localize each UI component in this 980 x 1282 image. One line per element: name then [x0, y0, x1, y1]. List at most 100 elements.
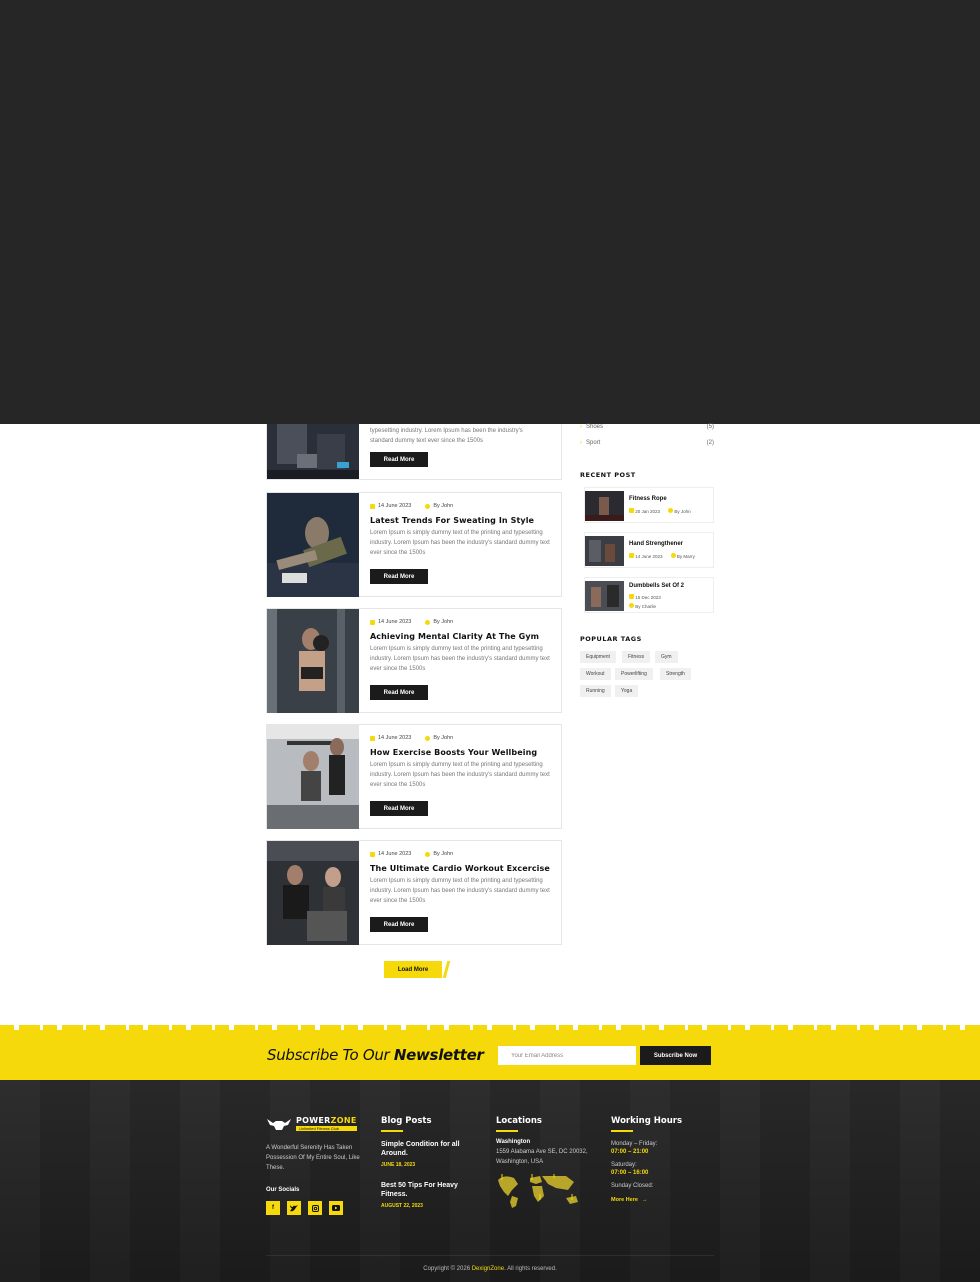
- recent-post-item[interactable]: Dumbbells Set Of 2 15 Dec 2023 By Charli…: [584, 577, 714, 613]
- location-address: 1559 Alabama Ave SE, DC 20032, Washingto…: [496, 1149, 588, 1165]
- blog-post-card: 14 June 2023 By John How Exercise Boosts…: [266, 724, 562, 829]
- recent-post-heading: RECENT POST: [580, 471, 636, 479]
- footer-blog-posts: Blog Posts Simple Condition for all Arou…: [381, 1116, 481, 1209]
- saturday-hours: 07:00 – 16:00: [611, 1170, 649, 1176]
- footer-logo[interactable]: POWERZONE Unlimited Fitness Club: [266, 1116, 357, 1131]
- post-title[interactable]: Achieving Mental Clarity At The Gym: [370, 632, 555, 641]
- read-more-button[interactable]: Read More: [370, 685, 428, 700]
- recent-post-title[interactable]: Fitness Rope: [629, 496, 667, 502]
- post-thumbnail[interactable]: [267, 609, 359, 713]
- recent-post-thumbnail[interactable]: [585, 491, 624, 521]
- calendar-icon: [370, 851, 375, 857]
- footer-working-hours: Working Hours Monday – Friday: 07:00 – 2…: [611, 1116, 715, 1203]
- logo-tagline: Unlimited Fitness Club: [296, 1126, 357, 1131]
- socials-heading: Our Socials: [266, 1187, 300, 1193]
- footer-blog-date: AUGUST 22, 2023: [381, 1203, 423, 1209]
- working-hours-heading: Working Hours: [611, 1116, 683, 1126]
- user-icon: [670, 553, 676, 558]
- twitter-icon[interactable]: [287, 1201, 301, 1215]
- category-item[interactable]: Shoes (5): [580, 424, 714, 430]
- sunday-label: Sunday Closed:: [611, 1183, 654, 1189]
- youtube-icon[interactable]: [329, 1201, 343, 1215]
- footer-about: A Wonderful Serenity Has Taken Possessio…: [266, 1145, 360, 1171]
- weekday-label: Monday – Friday:: [611, 1141, 658, 1147]
- post-excerpt: Lorem Ipsum is simply dummy text of the …: [370, 530, 550, 556]
- recent-post-title[interactable]: Dumbbells Set Of 2: [629, 583, 684, 589]
- tag-equipment[interactable]: Equipment: [580, 651, 616, 663]
- read-more-button[interactable]: Read More: [370, 917, 428, 932]
- blog-post-card: typesetting industry. Lorem Ipsum has be…: [266, 424, 562, 480]
- calendar-icon: [370, 735, 375, 741]
- blog-post-card: 14 June 2023 By John Achieving Mental Cl…: [266, 608, 562, 713]
- recent-post-item[interactable]: Hand Strengthener 14 June 2023 By Marry: [584, 532, 714, 568]
- post-thumbnail[interactable]: [267, 493, 359, 597]
- tag-powerlifting[interactable]: Powerlifting: [615, 668, 653, 680]
- recent-post-item[interactable]: Fitness Rope 20 Jan 2023 By John: [584, 487, 714, 523]
- tag-gym[interactable]: Gym: [655, 651, 678, 663]
- newsletter-email-input[interactable]: [498, 1046, 636, 1065]
- recent-post-thumbnail[interactable]: [585, 536, 624, 566]
- post-meta: 14 June 2023 By John: [370, 503, 555, 509]
- tag-strength[interactable]: Strength: [660, 668, 691, 680]
- newsletter-title: Subscribe To Our Newsletter: [267, 1046, 484, 1064]
- footer-blog-link[interactable]: Simple Condition for all Around.: [381, 1140, 481, 1158]
- post-title[interactable]: Latest Trends For Sweating In Style: [370, 516, 555, 525]
- read-more-button[interactable]: Read More: [370, 452, 428, 467]
- blog-posts-heading: Blog Posts: [381, 1116, 432, 1126]
- post-excerpt: Lorem Ipsum is simply dummy text of the …: [370, 762, 550, 788]
- user-icon: [425, 851, 431, 857]
- recent-post-meta: 14 June 2023 By Marry: [629, 553, 695, 559]
- post-excerpt: Lorem Ipsum is simply dummy text of the …: [370, 878, 550, 904]
- blog-post-card: 14 June 2023 By John The Ultimate Cardio…: [266, 840, 562, 945]
- post-excerpt: typesetting industry. Lorem Ipsum has be…: [370, 428, 523, 444]
- user-icon: [629, 603, 634, 608]
- copyright-brand-link[interactable]: DexignZone: [472, 1266, 504, 1272]
- user-icon: [425, 619, 431, 625]
- bull-logo-icon: [267, 1118, 291, 1130]
- calendar-icon: [629, 553, 634, 558]
- recent-post-thumbnail[interactable]: [585, 581, 624, 611]
- more-here-link[interactable]: More Here →: [611, 1197, 715, 1203]
- calendar-icon: [629, 594, 634, 599]
- instagram-icon[interactable]: [308, 1201, 322, 1215]
- load-more-button[interactable]: Load More: [384, 961, 442, 978]
- tag-running[interactable]: Running: [580, 685, 611, 697]
- post-thumbnail[interactable]: [267, 424, 359, 479]
- user-icon: [425, 735, 431, 741]
- arrow-right-icon: →: [641, 1197, 648, 1203]
- world-map-icon: [498, 1174, 578, 1208]
- newsletter-band: [0, 1025, 980, 1080]
- calendar-icon: [370, 503, 375, 509]
- tag-yoga[interactable]: Yoga: [615, 685, 639, 697]
- weekday-hours: 07:00 – 21:00: [611, 1149, 649, 1155]
- hero-banner: [0, 0, 980, 424]
- post-thumbnail[interactable]: [267, 725, 359, 829]
- footer-blog-date: JUNE 18, 2023: [381, 1162, 416, 1168]
- saturday-label: Saturday:: [611, 1162, 637, 1168]
- footer: [0, 1080, 980, 1282]
- tag-fitness[interactable]: Fitness: [622, 651, 651, 663]
- post-excerpt: Lorem Ipsum is simply dummy text of the …: [370, 646, 550, 672]
- blog-post-card: 14 June 2023 By John Latest Trends For S…: [266, 492, 562, 597]
- post-title[interactable]: How Exercise Boosts Your Wellbeing: [370, 748, 555, 757]
- calendar-icon: [629, 508, 634, 513]
- post-title[interactable]: The Ultimate Cardio Workout Excercise: [370, 864, 555, 873]
- subscribe-button[interactable]: Subscribe Now: [640, 1046, 711, 1065]
- footer-locations: Locations Washington 1559 Alabama Ave SE…: [496, 1116, 600, 1215]
- post-meta: 14 June 2023 By John: [370, 619, 555, 625]
- location-city: Washington: [496, 1139, 531, 1145]
- recent-post-title[interactable]: Hand Strengthener: [629, 541, 683, 547]
- footer-blog-link[interactable]: Best 50 Tips For Heavy Fitness.: [381, 1181, 481, 1199]
- locations-heading: Locations: [496, 1116, 542, 1126]
- read-more-button[interactable]: Read More: [370, 569, 428, 584]
- read-more-button[interactable]: Read More: [370, 801, 428, 816]
- category-item[interactable]: Sport (2): [580, 440, 714, 446]
- facebook-icon[interactable]: f: [266, 1201, 280, 1215]
- post-thumbnail[interactable]: [267, 841, 359, 945]
- logo-name: POWERZONE: [296, 1116, 357, 1125]
- post-meta: 14 June 2023 By John: [370, 851, 555, 857]
- popular-tags-heading: POPULAR TAGS: [580, 635, 642, 643]
- recent-post-meta: 15 Dec 2023 By Charlie: [629, 594, 661, 609]
- recent-post-meta: 20 Jan 2023 By John: [629, 508, 691, 514]
- tag-workout[interactable]: Workout: [580, 668, 611, 680]
